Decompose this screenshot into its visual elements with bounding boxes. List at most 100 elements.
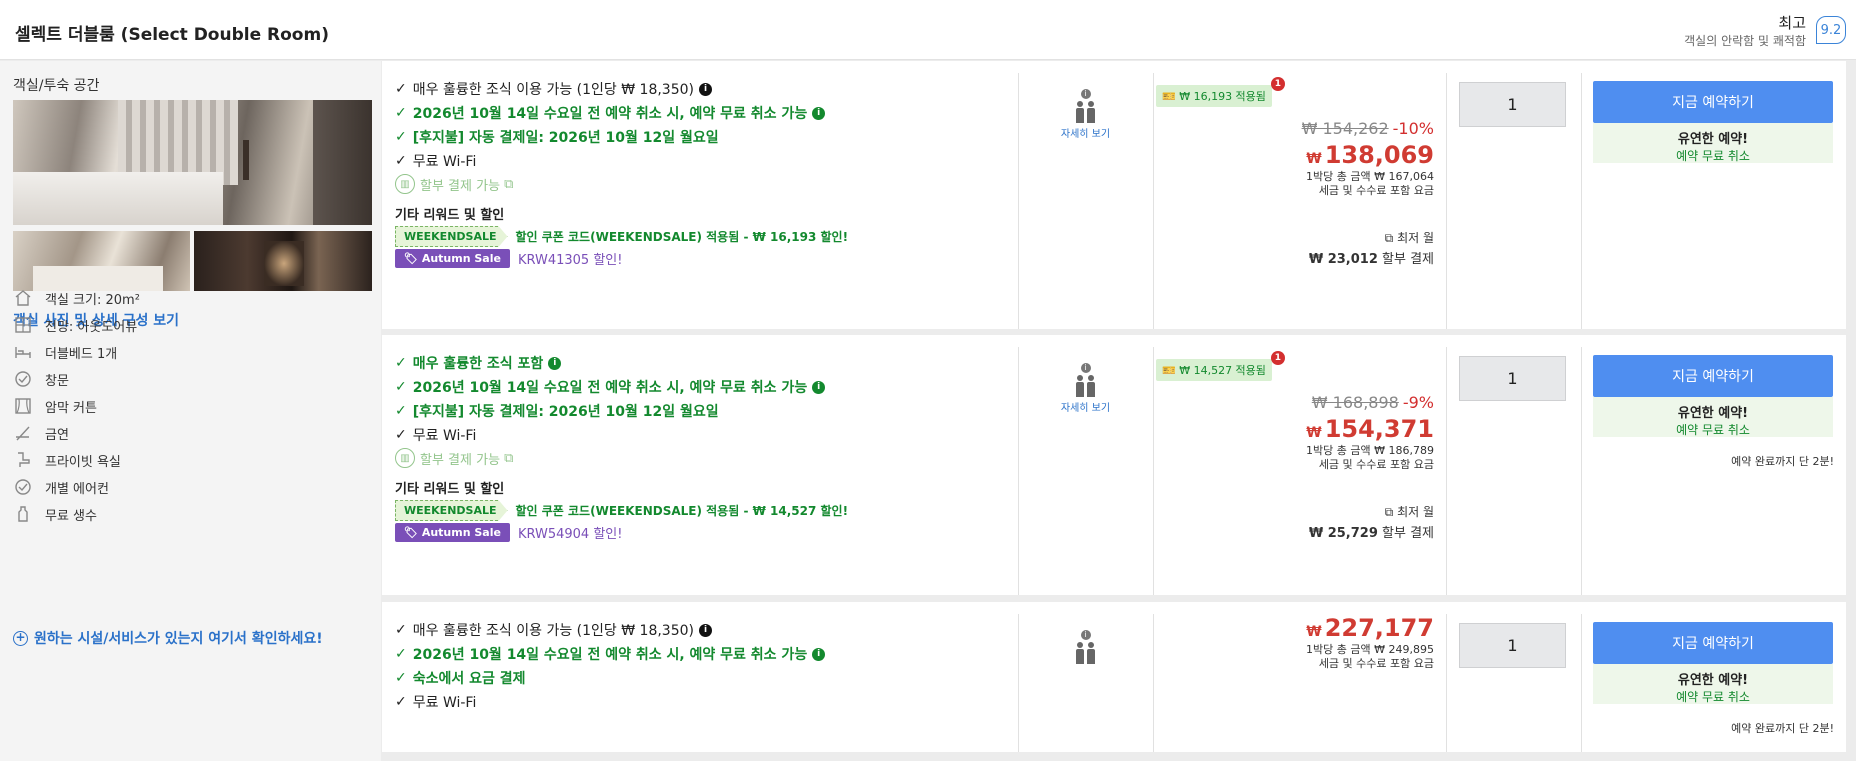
external-link-icon: ⧉ — [504, 176, 514, 192]
original-price: ₩ 168,898 -9% — [1311, 393, 1434, 412]
installment-info[interactable]: ▥ 할부 결제 가능 ⧉ — [395, 174, 513, 194]
check-icon: ✓ — [395, 81, 407, 97]
info-icon[interactable]: i — [699, 82, 712, 96]
occupancy-details-link[interactable]: 자세히 보기 — [1019, 399, 1152, 414]
flexible-booking-box: 유연한 예약! 예약 무료 취소 — [1593, 397, 1833, 437]
check-icon: ✓ — [395, 670, 407, 686]
check-icon: ✓ — [395, 379, 407, 395]
autumn-sale-tag: 🏷 Autumn Sale — [395, 249, 510, 268]
offer-booking: 지금 예약하기 유연한 예약! 예약 무료 취소 예약 완료까지 단 2분! — [1581, 347, 1846, 595]
two-guests-icon — [1019, 642, 1152, 664]
total-price-info: 1박당 총 금액 ₩ 249,895 세금 및 수수료 포함 요금 — [1306, 643, 1434, 670]
offer-quantity-cell: 1 — [1446, 347, 1581, 595]
flexible-booking-box: 유연한 예약! 예약 무료 취소 — [1593, 123, 1833, 163]
monthly-installment: ₩ 25,729 할부 결제 — [1308, 526, 1434, 541]
benefit-free-cancel: ✓ 2026년 10월 14일 수요일 전 예약 취소 시, 예약 무료 취소 가… — [395, 644, 826, 664]
booking-time-note: 예약 완료까지 단 2분! — [1731, 722, 1834, 735]
room-size-icon — [13, 288, 33, 308]
benefit-breakfast: ✓ 매우 훌륭한 조식 이용 가능 (1인당 ₩ 18,350) i — [395, 79, 712, 99]
info-icon[interactable]: i — [812, 647, 826, 661]
rating-score-badge[interactable]: 9.2 — [1816, 16, 1846, 44]
coupon-weekendsale: WEEKENDSALE 할인 쿠폰 코드(WEEKENDSALE) 적용됨 - ₩… — [395, 500, 848, 521]
notification-badge: 1 — [1270, 77, 1285, 91]
feature-room-size: 객실 크기: 20m² — [13, 288, 140, 308]
offer-benefits: ✓ 매우 훌륭한 조식 이용 가능 (1인당 ₩ 18,350) i ✓ 2026년 … — [382, 614, 1018, 752]
air-conditioner-icon — [13, 477, 33, 497]
offer-price: ₩227,177 1박당 총 금액 ₩ 249,895 세금 및 수수료 포함 요… — [1153, 614, 1446, 752]
room-quantity-select[interactable]: 1 — [1459, 623, 1566, 668]
benefit-wifi: ✓ 무료 Wi-Fi — [395, 153, 477, 170]
book-now-button[interactable]: 지금 예약하기 — [1593, 81, 1833, 123]
check-icon: ✓ — [395, 355, 407, 371]
room-header: 셀렉트 더블룸 (Select Double Room) 최고 객실의 안락함 … — [0, 0, 1856, 60]
tag-icon: 🏷 — [404, 526, 418, 539]
ticket-icon: 🎫 — [1162, 90, 1176, 103]
original-price: ₩ 154,262 -10% — [1301, 119, 1434, 138]
installment-icon: ▥ — [395, 448, 415, 468]
info-icon[interactable]: i — [1080, 89, 1091, 99]
occupancy-details-link[interactable]: 자세히 보기 — [1019, 125, 1152, 140]
room-quantity-select[interactable]: 1 — [1459, 82, 1566, 127]
ticket-icon: 🎫 — [1162, 364, 1176, 377]
promo-applied-badge[interactable]: 🎫 ₩ 16,193 적용됨 1 — [1156, 77, 1285, 107]
info-icon[interactable]: i — [548, 356, 562, 370]
benefit-free-cancel: ✓ 2026년 10월 14일 수요일 전 예약 취소 시, 예약 무료 취소 가… — [395, 377, 826, 397]
private-bathroom-icon — [13, 450, 33, 470]
offer-row-3: ✓ 매우 훌륭한 조식 이용 가능 (1인당 ₩ 18,350) i ✓ 2026년 … — [382, 602, 1846, 752]
benefit-breakfast: ✓ 매우 훌륭한 조식 포함 i — [395, 353, 562, 373]
feature-water: 무료 생수 — [13, 504, 97, 524]
external-link-icon: ⧉ — [504, 450, 514, 466]
offer-occupancy: i 자세히 보기 — [1018, 347, 1152, 595]
view-icon — [13, 315, 33, 335]
info-icon[interactable]: i — [699, 623, 712, 637]
room-thumbnail-2[interactable] — [194, 231, 372, 291]
installment-info[interactable]: ▥ 할부 결제 가능 ⧉ — [395, 448, 513, 468]
check-icon: ✓ — [395, 694, 407, 710]
window-icon — [13, 369, 33, 389]
two-guests-icon — [1019, 101, 1152, 123]
reward-title: 기타 리워드 및 할인 — [395, 482, 505, 497]
offer-row-1: ✓ 매우 훌륭한 조식 이용 가능 (1인당 ₩ 18,350) i ✓ 2026년 … — [382, 61, 1846, 329]
total-price-info: 1박당 총 금액 ₩ 186,789 세금 및 수수료 포함 요금 — [1306, 444, 1434, 471]
benefit-wifi: ✓ 무료 Wi-Fi — [395, 694, 477, 711]
offer-booking: 지금 예약하기 유연한 예약! 예약 무료 취소 예약 완료까지 단 2분! — [1581, 614, 1846, 752]
room-main-photo[interactable] — [13, 100, 372, 225]
book-now-button[interactable]: 지금 예약하기 — [1593, 355, 1833, 397]
info-icon[interactable]: i — [812, 380, 826, 394]
two-guests-icon — [1019, 375, 1152, 397]
lowest-monthly-label[interactable]: ⧉ 최저 월 — [1385, 229, 1434, 246]
installment-icon: ▥ — [395, 174, 415, 194]
check-icon: ✓ — [395, 427, 407, 443]
info-icon[interactable]: i — [1080, 630, 1091, 640]
room-section-title: 객실/투숙 공간 — [13, 78, 100, 94]
info-icon[interactable]: i — [812, 106, 826, 120]
promo-applied-badge[interactable]: 🎫 ₩ 14,527 적용됨 1 — [1156, 351, 1285, 381]
book-now-button[interactable]: 지금 예약하기 — [1593, 622, 1833, 664]
room-quantity-select[interactable]: 1 — [1459, 356, 1566, 401]
check-icon: ✓ — [395, 622, 407, 638]
offer-benefits: ✓ 매우 훌륭한 조식 포함 i ✓ 2026년 10월 14일 수요일 전 예약 취… — [382, 347, 1018, 595]
check-icon: ✓ — [395, 105, 407, 121]
water-bottle-icon — [13, 504, 33, 524]
benefit-pay-at-property: ✓ 숙소에서 요금 결제 — [395, 670, 526, 687]
check-icon: ✓ — [395, 153, 407, 169]
benefit-pay-later: ✓ [후지불] 자동 결제일: 2026년 10월 12일 월요일 — [395, 129, 719, 146]
room-thumbnail-1[interactable] — [13, 231, 190, 291]
offer-price: 🎫 ₩ 16,193 적용됨 1 ₩ 154,262 -10% ₩138,069 1… — [1153, 73, 1446, 329]
feature-no-smoking: 금연 — [13, 423, 69, 443]
coupon-tag: WEEKENDSALE — [395, 500, 508, 521]
facilities-link[interactable]: + 원하는 시설/서비스가 있는지 여기서 확인하세요! — [13, 628, 323, 648]
autumn-sale-tag: 🏷 Autumn Sale — [395, 523, 510, 542]
flexible-booking-box: 유연한 예약! 예약 무료 취소 — [1593, 664, 1833, 704]
info-icon[interactable]: i — [1080, 363, 1091, 373]
final-price: ₩154,371 — [1306, 415, 1434, 443]
autumn-sale: 🏷 Autumn Sale KRW54904 할인! — [395, 523, 622, 542]
external-link-icon: ⧉ — [1384, 231, 1394, 245]
lowest-monthly-label[interactable]: ⧉ 최저 월 — [1385, 503, 1434, 520]
offer-benefits: ✓ 매우 훌륭한 조식 이용 가능 (1인당 ₩ 18,350) i ✓ 2026년 … — [382, 73, 1018, 329]
external-link-icon: ⧉ — [1384, 505, 1394, 519]
rating-subtitle: 객실의 안락함 및 쾌적함 — [1684, 34, 1806, 48]
check-icon: ✓ — [395, 403, 407, 419]
benefit-pay-later: ✓ [후지불] 자동 결제일: 2026년 10월 12일 월요일 — [395, 403, 719, 420]
autumn-sale: 🏷 Autumn Sale KRW41305 할인! — [395, 249, 622, 268]
